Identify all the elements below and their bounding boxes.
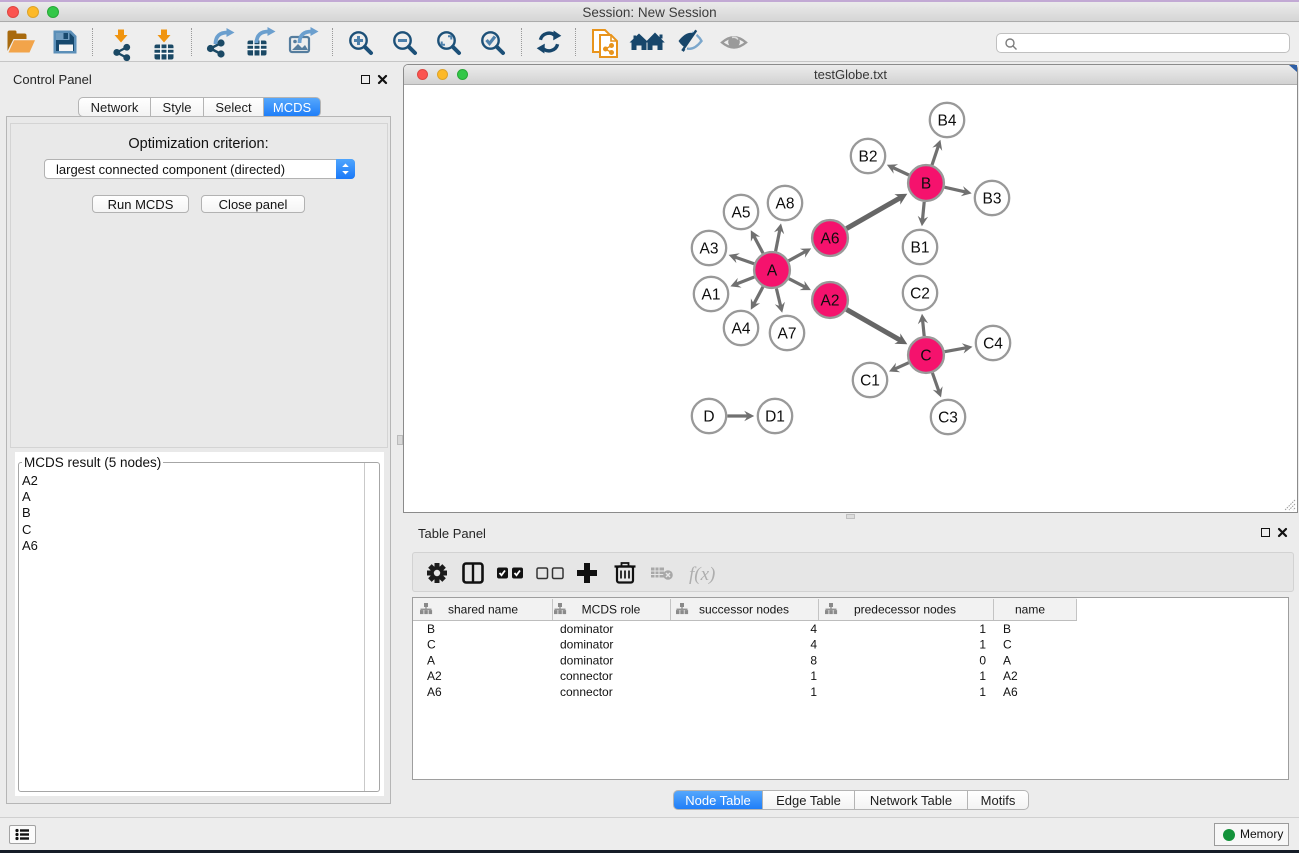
svg-text:connector: connector [560, 685, 613, 699]
svg-text:D1: D1 [765, 409, 785, 426]
svg-text:predecessor nodes: predecessor nodes [854, 603, 956, 617]
svg-text:4: 4 [810, 622, 817, 636]
svg-text:A7: A7 [778, 326, 797, 343]
svg-text:dominator: dominator [560, 653, 613, 667]
svg-text:A5: A5 [732, 205, 751, 222]
svg-text:dominator: dominator [560, 638, 613, 652]
svg-text:A2: A2 [427, 669, 442, 683]
svg-text:C1: C1 [860, 373, 880, 390]
svg-text:B: B [427, 622, 435, 636]
svg-text:C: C [427, 638, 436, 652]
svg-text:MCDS role: MCDS role [582, 603, 641, 617]
svg-text:1: 1 [979, 685, 986, 699]
svg-text:A6: A6 [1003, 685, 1018, 699]
svg-text:B: B [1003, 622, 1011, 636]
svg-text:f(x): f(x) [689, 564, 715, 585]
svg-text:A3: A3 [700, 241, 719, 258]
svg-text:C2: C2 [910, 286, 930, 303]
svg-text:shared name: shared name [448, 603, 518, 617]
svg-text:A2: A2 [821, 293, 840, 310]
svg-text:8: 8 [810, 653, 817, 667]
svg-text:A6: A6 [821, 231, 840, 248]
svg-text:B1: B1 [911, 240, 930, 257]
svg-text:0: 0 [979, 653, 986, 667]
svg-text:A: A [767, 263, 778, 280]
svg-text:dominator: dominator [560, 622, 613, 636]
svg-text:A1: A1 [702, 287, 721, 304]
svg-text:1: 1 [979, 622, 986, 636]
svg-text:A2: A2 [1003, 669, 1018, 683]
svg-text:C3: C3 [938, 410, 958, 427]
svg-text:B4: B4 [938, 113, 957, 130]
svg-text:A4: A4 [732, 321, 751, 338]
svg-text:A: A [427, 653, 435, 667]
svg-text:C: C [920, 348, 931, 365]
svg-text:D: D [703, 409, 714, 426]
svg-text:connector: connector [560, 669, 613, 683]
svg-text:4: 4 [810, 638, 817, 652]
svg-text:1: 1 [810, 685, 817, 699]
svg-text:successor nodes: successor nodes [699, 603, 789, 617]
svg-text:C4: C4 [983, 336, 1003, 353]
svg-text:B: B [921, 176, 931, 193]
svg-text:name: name [1015, 603, 1045, 617]
svg-text:1: 1 [810, 669, 817, 683]
svg-text:A6: A6 [427, 685, 442, 699]
svg-text:B2: B2 [859, 149, 878, 166]
svg-text:1: 1 [979, 669, 986, 683]
svg-text:B3: B3 [983, 191, 1002, 208]
svg-text:A8: A8 [776, 196, 795, 213]
svg-text:C: C [1003, 638, 1012, 652]
svg-text:1: 1 [979, 638, 986, 652]
svg-text:A: A [1003, 653, 1011, 667]
